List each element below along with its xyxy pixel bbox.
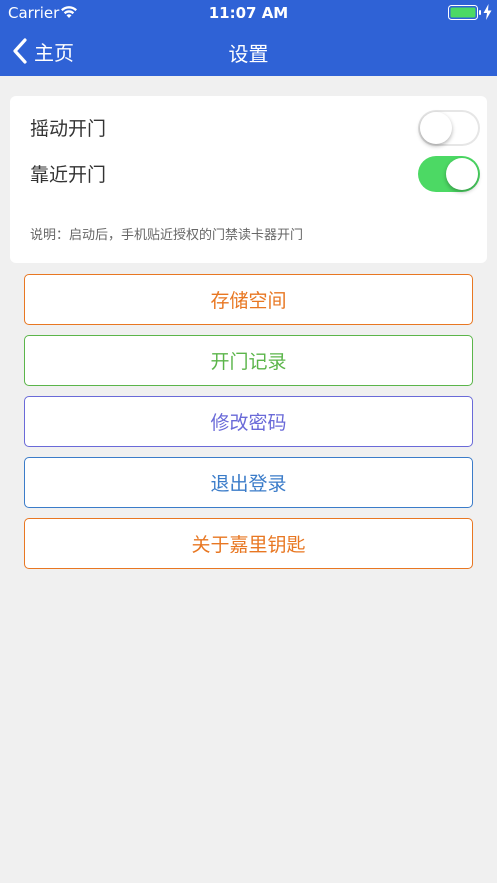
proximity-open-toggle[interactable]	[418, 156, 480, 192]
door-records-button[interactable]: 开门记录	[24, 335, 473, 386]
status-bar: Carrier 11:07 AM	[0, 0, 497, 26]
shake-to-open-toggle[interactable]	[418, 110, 480, 146]
settings-card: 摇动开门 靠近开门 说明：启动后，手机贴近授权的门禁读卡器开门	[10, 96, 487, 263]
proximity-open-label: 靠近开门	[30, 164, 107, 186]
shake-to-open-label: 摇动开门	[30, 118, 107, 140]
change-password-button[interactable]: 修改密码	[24, 396, 473, 447]
logout-button[interactable]: 退出登录	[24, 457, 473, 508]
navigation-bar: 主页 设置	[0, 26, 497, 76]
settings-note: 说明：启动后，手机贴近授权的门禁读卡器开门	[30, 228, 304, 243]
proximity-open-row: 靠近开门	[10, 150, 487, 194]
battery-icon	[448, 5, 481, 20]
clock: 11:07 AM	[208, 4, 289, 22]
toggle-knob	[420, 112, 452, 144]
page-title: 设置	[228, 42, 269, 66]
settings-screen: Carrier 11:07 AM 主页 设置 摇动开门 靠近开门 说明：启动后，…	[0, 0, 497, 883]
charging-icon	[483, 4, 492, 20]
toggle-knob	[446, 158, 478, 190]
top-bar: Carrier 11:07 AM 主页 设置	[0, 0, 497, 76]
shake-to-open-row: 摇动开门	[10, 104, 487, 148]
storage-button[interactable]: 存储空间	[24, 274, 473, 325]
about-button[interactable]: 关于嘉里钥匙	[24, 518, 473, 569]
